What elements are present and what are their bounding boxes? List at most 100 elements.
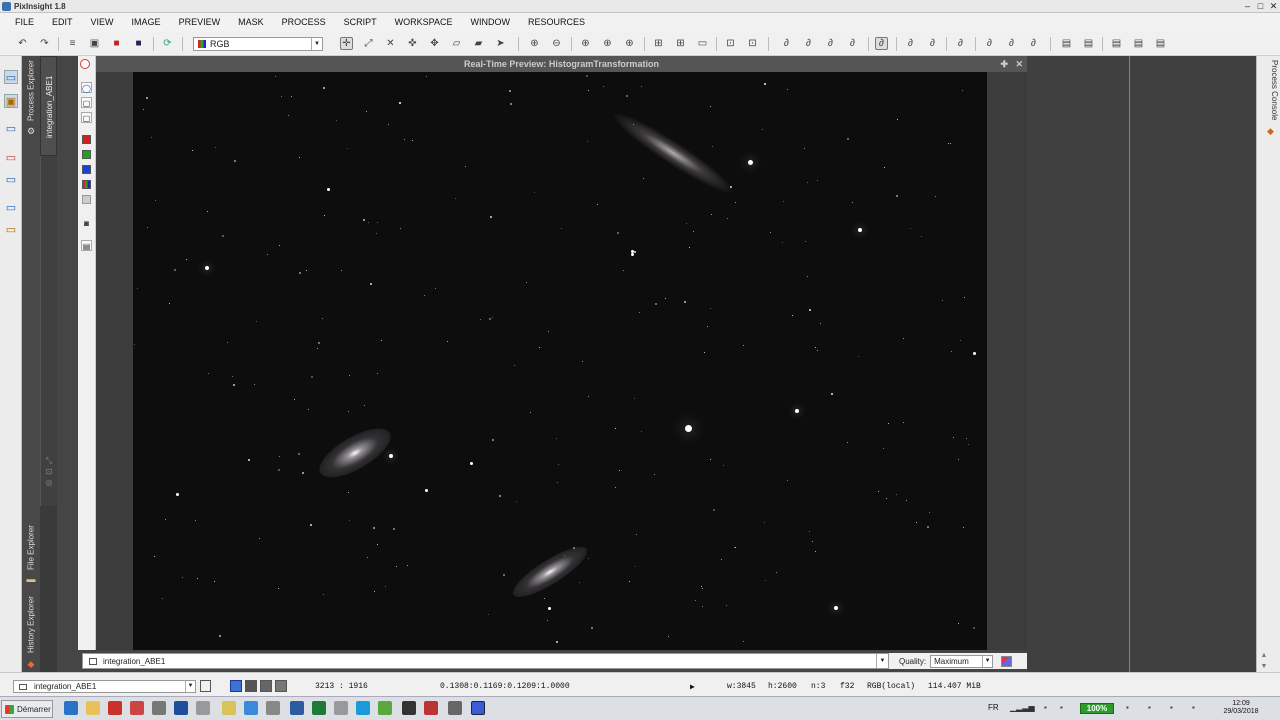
display-channel-r[interactable]	[245, 680, 257, 692]
channel-select[interactable]: RGB ▼	[193, 37, 323, 51]
menu-resources[interactable]: RESOURCES	[519, 13, 594, 32]
pointer-icon[interactable]: ➤	[494, 37, 507, 50]
refresh-icon[interactable]: ⟳	[161, 37, 174, 50]
display-icon[interactable]: ∂	[1005, 37, 1018, 50]
zoom-out-icon[interactable]: ⊖	[550, 37, 563, 50]
stop-preview-button[interactable]	[80, 59, 90, 69]
app-icon[interactable]	[266, 701, 280, 715]
minimize-button[interactable]: –	[1241, 0, 1254, 13]
preview-edit-icon[interactable]: ▰	[472, 37, 485, 50]
tray-icon[interactable]: ▪	[1126, 703, 1129, 712]
tray-icon[interactable]: ▪	[1060, 703, 1063, 712]
scroll-up-icon[interactable]: ▲	[1259, 652, 1269, 659]
display-mode-icon[interactable]: ∂	[875, 37, 888, 50]
histogram-icon[interactable]	[1001, 655, 1013, 667]
strip-icon[interactable]: ⊡	[44, 466, 54, 477]
camera-icon[interactable]: ◙	[81, 218, 92, 229]
app-icon[interactable]	[402, 701, 416, 715]
menu-view[interactable]: VIEW	[82, 13, 123, 32]
app-icon[interactable]	[222, 701, 236, 715]
language-indicator[interactable]: FR	[988, 703, 999, 712]
tab-file-explorer[interactable]: File Explorer	[22, 522, 40, 574]
monitor-icon[interactable]: ▭	[4, 70, 18, 84]
workspace-icon[interactable]: ▣	[4, 94, 18, 108]
tile-icon[interactable]: ⊡	[724, 37, 737, 50]
explorer-icon[interactable]: ▤	[1110, 37, 1123, 50]
battery-indicator[interactable]: 100%	[1080, 703, 1114, 714]
display-icon[interactable]: ∂	[954, 37, 967, 50]
display-channel-rgb[interactable]	[230, 680, 242, 692]
zoom-fit-icon[interactable]: ⤢	[362, 37, 375, 50]
explorer-icon[interactable]: ▤	[1154, 37, 1167, 50]
menu-process[interactable]: PROCESS	[273, 13, 335, 32]
photoshop-icon[interactable]	[174, 701, 188, 715]
tray-icon[interactable]: ▪	[1170, 703, 1173, 712]
zoom-reset-icon[interactable]: ⊕	[623, 37, 636, 50]
preview-rect-icon[interactable]: ▱	[450, 37, 463, 50]
zoom-window-icon[interactable]: ⊕	[601, 37, 614, 50]
collapse-icon[interactable]: ✕	[384, 37, 397, 50]
status-image-select[interactable]: integration_ABE1 ▼	[13, 680, 196, 693]
play-icon[interactable]: ▶	[690, 682, 695, 692]
app-icon[interactable]	[130, 701, 144, 715]
cascade-icon[interactable]: ⊡	[746, 37, 759, 50]
app-icon[interactable]	[378, 701, 392, 715]
maximize-button[interactable]: □	[1254, 0, 1267, 13]
app-icon[interactable]	[196, 701, 210, 715]
display-icon[interactable]: ∂	[926, 37, 939, 50]
stf-icon[interactable]: ■	[132, 37, 145, 50]
start-button[interactable]: Démarrer	[1, 700, 53, 718]
zoom-1-1-icon[interactable]: ⊕	[579, 37, 592, 50]
preview-view-selector[interactable]: integration_ABE1 ▼	[82, 653, 889, 669]
display-channel-b[interactable]	[275, 680, 287, 692]
pan-icon[interactable]: ✥	[428, 37, 441, 50]
pixinsight-taskbar-icon[interactable]	[471, 701, 485, 715]
new-image-icon[interactable]: ▣	[88, 37, 101, 50]
pin-icon[interactable]: ✚	[1000, 57, 1008, 71]
app-icon[interactable]	[334, 701, 348, 715]
display-icon[interactable]: ∂	[983, 37, 996, 50]
app-icon[interactable]	[244, 701, 258, 715]
link-icon[interactable]: ∂	[824, 37, 837, 50]
red-channel-icon[interactable]	[82, 135, 91, 144]
window-icon[interactable]: ▤	[81, 240, 92, 251]
rgb-channel-icon[interactable]	[82, 180, 91, 189]
app-icon[interactable]	[424, 701, 438, 715]
quality-select[interactable]: Maximum ▼	[930, 654, 994, 668]
show-image-icon[interactable]: ▢	[81, 97, 92, 108]
explorer-icon[interactable]: ▤	[1060, 37, 1073, 50]
undo-icon[interactable]: ↶	[16, 37, 29, 50]
menu-mask[interactable]: MASK	[229, 13, 273, 32]
workspace-icon[interactable]: ▭	[4, 223, 18, 237]
browser-icon[interactable]	[64, 701, 78, 715]
explorer-icon[interactable]: ▤	[1082, 37, 1095, 50]
screen-icon[interactable]: ▭	[696, 37, 709, 50]
show-mask-icon[interactable]: ▢	[81, 112, 92, 123]
image-window-tab[interactable]: integration_ABE1	[40, 56, 57, 156]
crosshair-icon[interactable]: ✛	[340, 37, 353, 50]
workspace-icon[interactable]: ▭	[4, 201, 18, 215]
close-button[interactable]: ✕	[1267, 0, 1280, 13]
menu-preview[interactable]: PREVIEW	[170, 13, 230, 32]
skype-icon[interactable]	[356, 701, 370, 715]
display-icon[interactable]: ∂	[1027, 37, 1040, 50]
clock[interactable]: 12:09 29/03/2018	[1218, 700, 1264, 716]
track-view-icon[interactable]: ◯	[81, 82, 92, 93]
fit-view-icon[interactable]: ⊞	[652, 37, 665, 50]
strip-icon[interactable]: ◎	[44, 477, 54, 488]
explorer-icon[interactable]: ▤	[1132, 37, 1145, 50]
display-icon[interactable]: ∂	[904, 37, 917, 50]
workspace-icon[interactable]: ▭	[4, 173, 18, 187]
scroll-down-icon[interactable]: ▼	[1259, 663, 1269, 670]
workspace-icon[interactable]: ▭	[4, 151, 18, 165]
app-icon[interactable]	[152, 701, 166, 715]
strip-icon[interactable]: ⤡	[44, 455, 54, 466]
link-icon[interactable]: ∂	[802, 37, 815, 50]
mask-icon[interactable]: ■	[110, 37, 123, 50]
app-icon[interactable]	[290, 701, 304, 715]
menu-edit[interactable]: EDIT	[43, 13, 82, 32]
menu-image[interactable]: IMAGE	[123, 13, 170, 32]
excel-icon[interactable]	[312, 701, 326, 715]
blue-channel-icon[interactable]	[82, 165, 91, 174]
tray-icon[interactable]: ▪	[1192, 703, 1195, 712]
